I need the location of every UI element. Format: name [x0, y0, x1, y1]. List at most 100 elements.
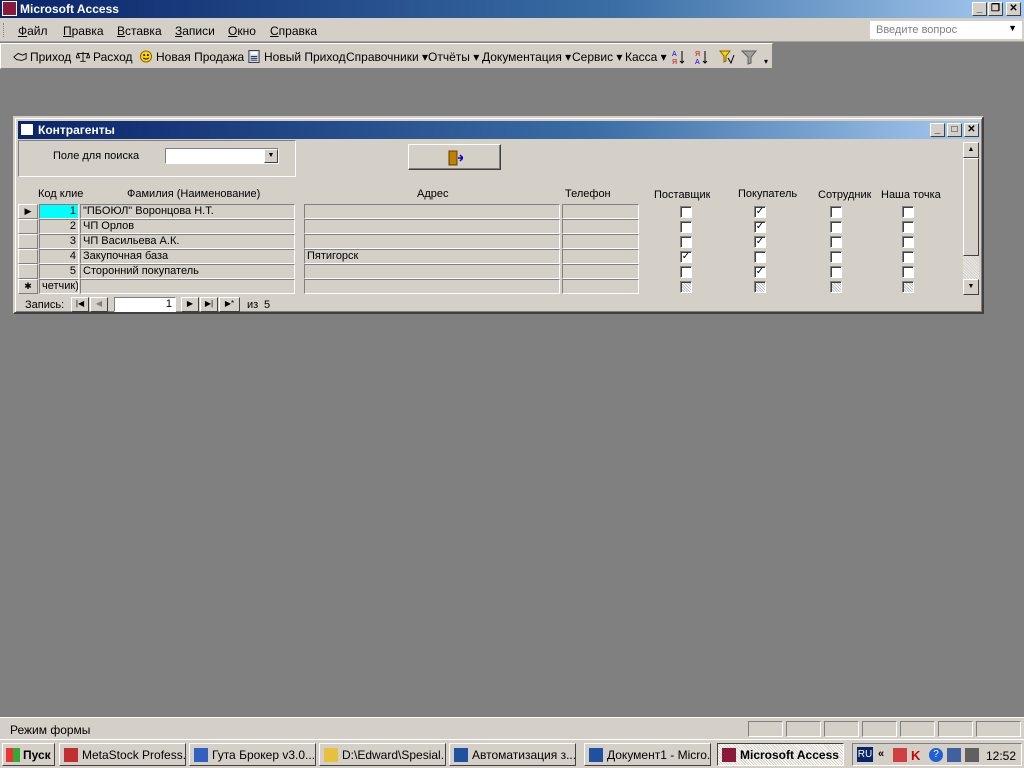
task-word-document1[interactable]: Документ1 - Micro...: [584, 743, 711, 766]
filter-by-selection-icon[interactable]: [719, 49, 735, 65]
task-guta-broker[interactable]: Гута Брокер v3.0....: [189, 743, 316, 766]
table-row[interactable]: 4 Закупочная база Пятигорск ✓: [18, 249, 963, 264]
phone-cell[interactable]: [562, 279, 639, 294]
toolbar-directories-menu[interactable]: Справочники ▾: [346, 50, 428, 64]
buyer-checkbox[interactable]: ✓: [754, 206, 766, 218]
new-record-icon[interactable]: ▶*: [219, 297, 240, 312]
task-microsoft-access[interactable]: Microsoft Access: [717, 743, 844, 766]
address-cell[interactable]: [304, 204, 560, 219]
exit-form-button[interactable]: [408, 144, 501, 170]
id-cell[interactable]: 3: [39, 234, 79, 249]
name-cell[interactable]: Закупочная база: [80, 249, 295, 264]
phone-cell[interactable]: [562, 219, 639, 234]
menu-file[interactable]: Файл: [18, 24, 48, 38]
menu-insert[interactable]: Вставка: [117, 24, 162, 38]
record-selector[interactable]: [18, 234, 38, 249]
form-icon[interactable]: [20, 123, 34, 136]
id-cell[interactable]: 5: [39, 264, 79, 279]
menu-help[interactable]: Справка: [270, 24, 317, 38]
employee-checkbox[interactable]: [830, 251, 842, 263]
previous-record-icon[interactable]: ◀: [90, 297, 108, 312]
restore-button[interactable]: ❐: [988, 2, 1003, 16]
record-selector[interactable]: [18, 249, 38, 264]
name-cell[interactable]: [80, 279, 295, 294]
id-cell[interactable]: четчик): [39, 279, 79, 294]
buyer-checkbox[interactable]: ✓: [754, 236, 766, 248]
record-selector[interactable]: [18, 219, 38, 234]
scroll-up-icon[interactable]: ▲: [963, 142, 979, 158]
toolbar-new-income-button[interactable]: Новый Приход: [247, 50, 346, 64]
form-close-button[interactable]: ✕: [964, 123, 979, 137]
start-button[interactable]: Пуск: [2, 743, 55, 766]
table-row[interactable]: 5 Сторонний покупатель ✓: [18, 264, 963, 279]
toolbar-reports-menu[interactable]: Отчёты ▾: [428, 50, 479, 64]
name-cell[interactable]: ЧП Васильева А.К.: [80, 234, 295, 249]
toolbar-documentation-menu[interactable]: Документация ▾: [482, 50, 571, 64]
toolbar-new-sale-button[interactable]: Новая Продажа: [139, 50, 244, 64]
app-title-bar[interactable]: Microsoft Access _ ❐ ✕: [0, 0, 1024, 18]
help-icon[interactable]: ?: [929, 748, 943, 762]
toolbar-income-button[interactable]: Приход: [13, 50, 71, 64]
chevron-down-icon[interactable]: ▼: [264, 149, 278, 163]
our-point-checkbox[interactable]: [902, 236, 914, 248]
task-metastock[interactable]: MetaStock Profess...: [59, 743, 186, 766]
current-record-field[interactable]: 1: [114, 297, 176, 312]
form-window-contractors[interactable]: Контрагенты _ □ ✕ Поле для поиска ▼ Код …: [13, 116, 984, 314]
language-indicator[interactable]: RU: [857, 747, 873, 762]
new-record-row[interactable]: ✱ четчик): [18, 279, 963, 294]
first-record-icon[interactable]: |◀: [71, 297, 89, 312]
our-point-checkbox[interactable]: [902, 266, 914, 278]
monitor-icon[interactable]: [965, 748, 979, 762]
employee-checkbox[interactable]: [830, 266, 842, 278]
new-record-icon[interactable]: ✱: [18, 279, 38, 294]
phone-cell[interactable]: [562, 204, 639, 219]
toolbar-options-icon[interactable]: ▾: [761, 47, 771, 67]
address-cell[interactable]: [304, 234, 560, 249]
table-row[interactable]: 2 ЧП Орлов ✓: [18, 219, 963, 234]
sort-descending-icon[interactable]: ЯА: [695, 49, 709, 65]
employee-checkbox[interactable]: [830, 206, 842, 218]
help-question-input[interactable]: Введите вопрос ▼: [870, 21, 1022, 39]
our-point-checkbox[interactable]: [902, 206, 914, 218]
chevron-down-icon[interactable]: ▼: [1008, 23, 1017, 33]
close-button[interactable]: ✕: [1006, 2, 1021, 16]
buyer-checkbox[interactable]: [754, 281, 766, 293]
employee-checkbox[interactable]: [830, 221, 842, 233]
name-cell[interactable]: "ПБОЮЛ" Воронцова Н.Т.: [80, 204, 295, 219]
phone-cell[interactable]: [562, 249, 639, 264]
supplier-checkbox[interactable]: [680, 206, 692, 218]
supplier-checkbox[interactable]: [680, 281, 692, 293]
menu-records[interactable]: Записи: [175, 24, 215, 38]
current-record-icon[interactable]: ▶: [18, 204, 38, 219]
tray-app-icon[interactable]: [893, 748, 907, 762]
form-title-bar[interactable]: Контрагенты _ □ ✕: [18, 121, 980, 139]
employee-checkbox[interactable]: [830, 236, 842, 248]
form-minimize-button[interactable]: _: [930, 123, 945, 137]
id-cell[interactable]: 4: [39, 249, 79, 264]
toolbar-expense-button[interactable]: Расход: [76, 50, 133, 64]
antivirus-icon[interactable]: K: [911, 748, 925, 763]
buyer-checkbox[interactable]: ✓: [754, 221, 766, 233]
menu-grip[interactable]: [3, 23, 6, 37]
buyer-checkbox[interactable]: ✓: [754, 266, 766, 278]
vertical-scrollbar[interactable]: ▲ ▼: [963, 142, 979, 295]
record-selector[interactable]: [18, 264, 38, 279]
show-hidden-icons-icon[interactable]: «: [878, 748, 884, 760]
id-cell[interactable]: 2: [39, 219, 79, 234]
form-maximize-button[interactable]: □: [947, 123, 962, 137]
name-cell[interactable]: ЧП Орлов: [80, 219, 295, 234]
access-app-icon[interactable]: [2, 1, 17, 16]
network-icon[interactable]: [947, 748, 961, 762]
name-cell[interactable]: Сторонний покупатель: [80, 264, 295, 279]
our-point-checkbox[interactable]: [902, 221, 914, 233]
our-point-checkbox[interactable]: [902, 251, 914, 263]
menu-edit[interactable]: Правка: [63, 24, 104, 38]
task-word-automation[interactable]: Автоматизация з...: [449, 743, 576, 766]
supplier-checkbox[interactable]: [680, 236, 692, 248]
task-explorer-folder[interactable]: D:\Edward\Spesial...: [319, 743, 446, 766]
address-cell[interactable]: [304, 279, 560, 294]
sort-ascending-icon[interactable]: АЯ: [672, 49, 686, 65]
next-record-icon[interactable]: ▶: [181, 297, 199, 312]
supplier-checkbox[interactable]: ✓: [680, 251, 692, 263]
phone-cell[interactable]: [562, 234, 639, 249]
